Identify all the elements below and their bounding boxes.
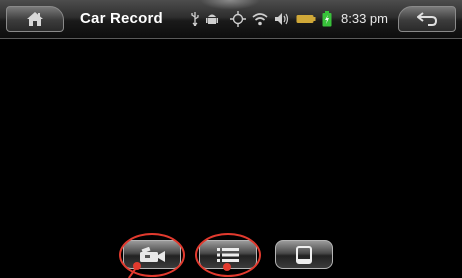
home-button[interactable] [6, 6, 64, 32]
home-icon [27, 12, 43, 26]
annotation-dot-list [223, 263, 231, 271]
back-button[interactable] [398, 6, 456, 32]
volume-icon [274, 12, 290, 26]
status-icons [190, 10, 332, 28]
usb-icon [190, 12, 200, 26]
wifi-icon [252, 12, 268, 26]
battery-icon [296, 14, 316, 24]
page-title: Car Record [80, 10, 163, 27]
car-record-screen: Car Record 8:33 pm [0, 0, 462, 278]
android-debug-icon [206, 12, 218, 26]
display-mode-button[interactable] [275, 240, 333, 269]
title-bar: Car Record 8:33 pm [0, 0, 462, 39]
tablet-icon [296, 245, 312, 264]
annotation-circle-record [119, 233, 185, 277]
charging-battery-icon [322, 11, 332, 27]
back-arrow-icon [417, 12, 437, 26]
gps-icon [230, 11, 246, 27]
clock: 8:33 pm [341, 11, 388, 26]
